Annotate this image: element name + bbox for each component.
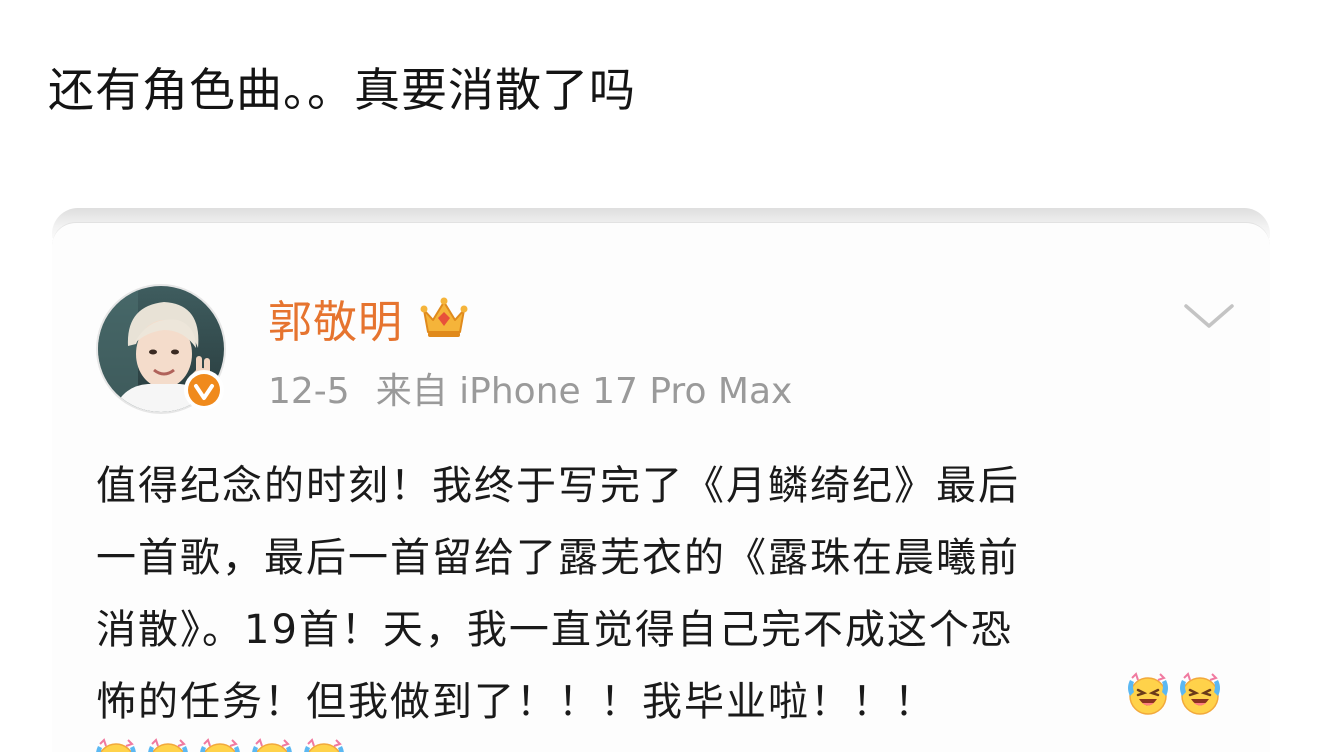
post-source: 来自 iPhone 17 Pro Max bbox=[375, 371, 793, 412]
author-name-row: 郭敬明 bbox=[268, 288, 469, 348]
crown-icon[interactable] bbox=[419, 296, 469, 340]
post-text-line: 消散》。19首！天，我一直觉得自己完不成这个恐 bbox=[96, 607, 1013, 653]
post-meta: 12-5 来自 iPhone 17 Pro Max bbox=[268, 362, 792, 414]
laughing-crying-emoji-icon bbox=[196, 736, 244, 752]
emoji-group-line1 bbox=[1124, 670, 1224, 718]
laughing-crying-emoji-icon bbox=[248, 736, 296, 752]
author-name[interactable]: 郭敬明 bbox=[268, 286, 403, 350]
laughing-crying-emoji-icon bbox=[1124, 670, 1172, 718]
emoji-group-line2 bbox=[92, 736, 348, 752]
post-text-line: 一首歌，最后一首留给了露芜衣的《露珠在晨曦前 bbox=[96, 535, 1020, 581]
post-date: 12-5 bbox=[268, 371, 350, 412]
post-text-line: 怖的任务！但我做到了！！！我毕业啦！！！ bbox=[96, 679, 936, 725]
post-body: 值得纪念的时刻！我终于写完了《月鳞绮纪》最后 一首歌，最后一首留给了露芜衣的《露… bbox=[96, 450, 1236, 738]
laughing-crying-emoji-icon bbox=[1176, 670, 1224, 718]
chevron-down-icon[interactable] bbox=[1180, 298, 1238, 334]
author-avatar[interactable] bbox=[96, 284, 226, 414]
verified-badge-icon bbox=[182, 368, 226, 412]
laughing-crying-emoji-icon bbox=[92, 736, 140, 752]
laughing-crying-emoji-icon bbox=[300, 736, 348, 752]
post-text-line: 值得纪念的时刻！我终于写完了《月鳞绮纪》最后 bbox=[96, 463, 1020, 509]
laughing-crying-emoji-icon bbox=[144, 736, 192, 752]
screenshot-page: 还有角色曲。。真要消散了吗 郭敬明 12-5 来自 iPhone 17 Pro … bbox=[0, 0, 1320, 752]
caption-text: 还有角色曲。。真要消散了吗 bbox=[48, 63, 636, 117]
